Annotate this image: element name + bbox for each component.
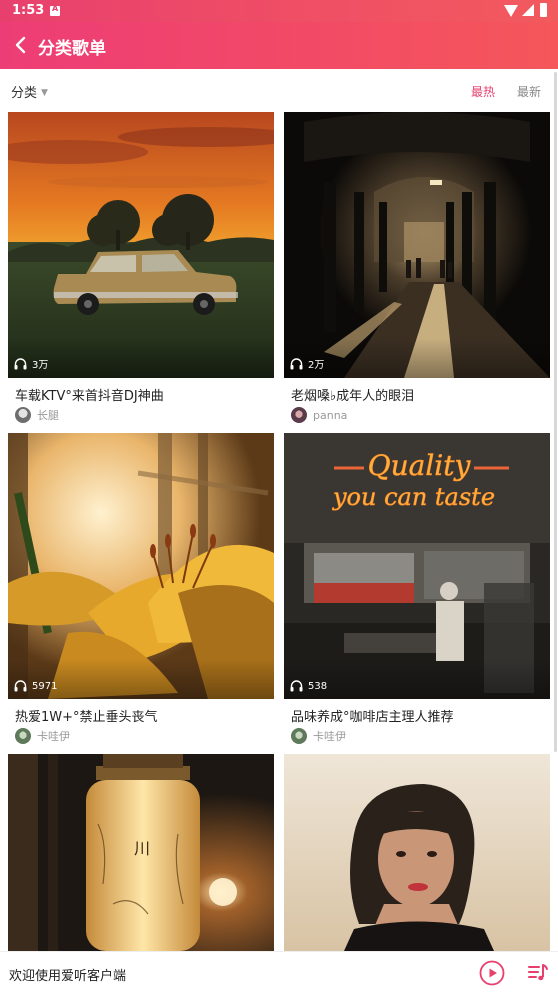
headphones-icon xyxy=(290,357,303,369)
playlist-name[interactable]: 品味养成°咖啡店主理人推荐 xyxy=(291,706,454,725)
playlist-cover[interactable]: 3万 xyxy=(8,112,274,378)
neon-text-line1: Quality xyxy=(368,449,472,482)
avatar xyxy=(291,728,307,744)
play-button[interactable] xyxy=(479,960,505,986)
back-arrow-icon xyxy=(15,36,26,54)
headphones-icon xyxy=(14,680,27,692)
avatar xyxy=(15,407,31,423)
playlist-card[interactable]: 川 xyxy=(8,754,274,951)
signal-icon xyxy=(522,4,534,16)
play-circle-icon xyxy=(479,960,505,986)
playlist-card[interactable]: 5971 热爱1W+°禁止垂头丧气 卡哇伊 xyxy=(8,433,274,751)
playlist-card[interactable] xyxy=(284,754,550,951)
avatar xyxy=(291,407,307,423)
playlist-author[interactable]: 长腿 xyxy=(15,407,59,423)
sort-hot-tab[interactable]: 最热 xyxy=(471,83,495,100)
category-dropdown[interactable]: 分类 ▼ xyxy=(11,82,48,101)
status-bar: 1:53 xyxy=(0,0,558,22)
playlist-name[interactable]: 老烟嗓♭成年人的眼泪 xyxy=(291,385,414,404)
headphones-icon xyxy=(290,680,303,692)
author-name: 卡哇伊 xyxy=(37,730,70,743)
playlist-name[interactable]: 热爱1W+°禁止垂头丧气 xyxy=(15,706,158,725)
wifi-icon xyxy=(504,5,518,17)
avatar xyxy=(15,728,31,744)
svg-text:川: 川 xyxy=(134,839,150,858)
music-list-icon xyxy=(528,964,548,981)
welcome-text: 欢迎使用爱听客户端 xyxy=(9,969,127,984)
scrollbar[interactable] xyxy=(554,72,557,752)
chevron-down-icon: ▼ xyxy=(41,88,48,98)
author-name: 长腿 xyxy=(37,409,59,422)
play-count: 2万 xyxy=(290,356,324,371)
neon-text-line2: you can taste xyxy=(332,483,495,511)
lantern-image: 川 xyxy=(8,754,274,951)
status-time: 1:53 xyxy=(12,3,45,18)
play-count-value: 538 xyxy=(308,680,328,692)
playlist-cover[interactable]: 5971 xyxy=(8,433,274,699)
playlist-queue-button[interactable] xyxy=(527,962,549,984)
playlist-cover[interactable]: 川 xyxy=(8,754,274,951)
author-name: panna xyxy=(313,408,348,422)
category-label: 分类 xyxy=(11,86,38,101)
play-count-value: 2万 xyxy=(308,360,325,371)
back-button[interactable] xyxy=(6,30,36,60)
play-count: 3万 xyxy=(14,356,48,371)
playlist-card[interactable]: Quality you can taste 538 品味养成°咖啡店主理人推荐 … xyxy=(284,433,550,751)
play-count-value: 3万 xyxy=(32,360,49,371)
filter-bar: 分类 ▼ 最热 最新 xyxy=(0,69,558,111)
playlist-name[interactable]: 车载KTV°来首抖音DJ神曲 xyxy=(15,385,164,404)
play-count: 5971 xyxy=(14,680,57,692)
app-bar: 分类歌单 xyxy=(0,22,558,69)
playlist-card[interactable]: 2万 老烟嗓♭成年人的眼泪 panna xyxy=(284,112,550,430)
portrait-image xyxy=(284,754,550,951)
playlist-cover[interactable] xyxy=(284,754,550,951)
playlist-card[interactable]: 3万 车载KTV°来首抖音DJ神曲 长腿 xyxy=(8,112,274,430)
page-title: 分类歌单 xyxy=(38,39,106,59)
notification-icon xyxy=(50,4,60,16)
play-count: 538 xyxy=(290,680,327,692)
battery-icon xyxy=(540,3,547,17)
playlist-cover[interactable]: Quality you can taste 538 xyxy=(284,433,550,699)
playlist-cover[interactable]: 2万 xyxy=(284,112,550,378)
author-name: 卡哇伊 xyxy=(313,730,346,743)
play-count-value: 5971 xyxy=(32,680,58,692)
bottom-player-bar: 欢迎使用爱听客户端 xyxy=(0,951,558,993)
sort-new-tab[interactable]: 最新 xyxy=(517,83,541,100)
headphones-icon xyxy=(14,357,27,369)
playlist-author[interactable]: 卡哇伊 xyxy=(15,728,70,744)
playlist-author[interactable]: panna xyxy=(291,407,347,423)
playlist-author[interactable]: 卡哇伊 xyxy=(291,728,346,744)
